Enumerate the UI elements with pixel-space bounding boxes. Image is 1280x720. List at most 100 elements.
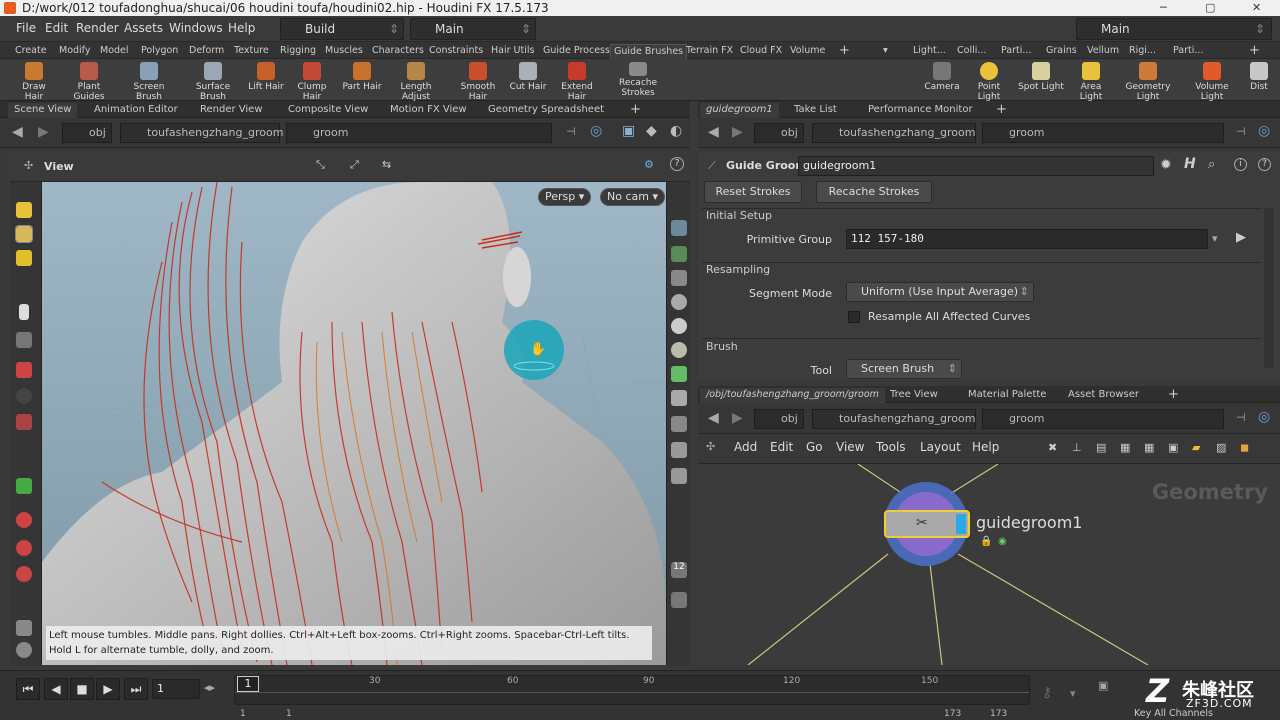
light-icon[interactable] xyxy=(671,318,687,334)
shelf-tab[interactable]: Hair Utils xyxy=(488,44,537,59)
net-menu-tools[interactable]: Tools xyxy=(876,440,906,454)
help-icon[interactable]: ? xyxy=(670,157,684,171)
shelf-tab[interactable]: Characters xyxy=(369,44,427,59)
geometry-light-tool[interactable]: Geometry Light xyxy=(1124,62,1172,102)
back-arrow-icon[interactable]: ◀ xyxy=(708,124,719,140)
net-menu-view[interactable]: View xyxy=(836,440,864,454)
shelf-tab[interactable]: Rigging xyxy=(277,44,319,59)
timeline-track[interactable]: 1 30 60 90 120 150 xyxy=(234,675,1030,705)
surface-brush-tool[interactable]: Surface Brush xyxy=(184,62,242,102)
jump-start-button[interactable]: ⏮ xyxy=(16,678,40,700)
display-icon[interactable] xyxy=(671,220,687,236)
tree-icon[interactable]: ⊥ xyxy=(1072,441,1082,454)
smooth-hair-tool[interactable]: Smooth Hair xyxy=(451,62,505,102)
add-shelf-icon[interactable]: + xyxy=(836,44,853,59)
add-tab-icon[interactable]: + xyxy=(624,103,647,118)
shelf-tab[interactable]: Terrain FX xyxy=(683,44,736,59)
clump-hair-tool[interactable]: Clump Hair xyxy=(289,62,335,102)
help-icon[interactable]: ? xyxy=(1258,158,1271,171)
guidegroom-node[interactable]: ✂ xyxy=(884,510,970,538)
path-object[interactable]: toufashengzhang_groom xyxy=(120,123,283,143)
draw-hair-tool[interactable]: Draw Hair xyxy=(14,62,54,102)
section-brush[interactable]: Brush xyxy=(706,340,738,353)
tab-network-path[interactable]: /obj/toufashengzhang_groom/groom xyxy=(700,388,885,403)
select-geo-icon[interactable] xyxy=(15,225,33,243)
tab-motion-fx-view[interactable]: Motion FX View xyxy=(384,103,473,118)
ghost-icon[interactable] xyxy=(671,294,687,310)
layout-icon[interactable]: ▣ xyxy=(1168,441,1178,454)
shelf-tab[interactable]: Grains xyxy=(1043,44,1080,59)
select-tool-icon[interactable]: ⤡ xyxy=(316,158,325,172)
reset-strokes-button[interactable]: Reset Strokes xyxy=(704,181,802,203)
plant-guides-tool[interactable]: Plant Guides xyxy=(62,62,116,102)
length-adjust-tool[interactable]: Length Adjust xyxy=(387,62,445,102)
snap-icon[interactable]: ⇆ xyxy=(382,158,391,171)
shelf-tab[interactable]: Texture xyxy=(231,44,272,59)
link-icon[interactable]: ◎ xyxy=(590,123,602,139)
grid-icon[interactable]: ▦ xyxy=(1120,441,1130,454)
tab-performance-monitor[interactable]: Performance Monitor xyxy=(862,103,979,118)
tab-take-list[interactable]: Take List xyxy=(788,103,843,118)
add-tab-icon[interactable]: + xyxy=(1162,388,1185,403)
back-arrow-icon[interactable]: ◀ xyxy=(12,124,23,140)
dropdown-arrow-icon[interactable]: ▾ xyxy=(1212,232,1218,245)
select-prim-icon[interactable] xyxy=(16,250,32,266)
shelf-tab[interactable]: Guide Process xyxy=(540,44,613,59)
tab-tree-view[interactable]: Tree View xyxy=(884,388,944,403)
desktop-main-select[interactable]: Main ⇕ xyxy=(410,18,536,40)
select-icon[interactable] xyxy=(16,202,32,218)
shelf-tab[interactable]: Parti... xyxy=(998,44,1034,59)
path-node[interactable]: groom xyxy=(982,123,1224,143)
shading-icon[interactable] xyxy=(671,246,687,262)
net-menu-help[interactable]: Help xyxy=(972,440,999,454)
image-icon[interactable]: ▨ xyxy=(1216,441,1226,454)
shelf-tab[interactable]: Volume xyxy=(787,44,828,59)
view-menu-icon[interactable]: ✣ xyxy=(24,159,33,172)
end-frame-1[interactable]: 173 xyxy=(944,709,961,719)
point-light-tool[interactable]: Point Light xyxy=(966,62,1012,102)
segment-mode-select[interactable]: Uniform (Use Input Average) ⇕ xyxy=(846,282,1034,302)
info-icon[interactable]: i xyxy=(1234,158,1247,171)
current-frame-field[interactable]: 1 xyxy=(152,679,200,699)
key-icon[interactable]: ⚷ xyxy=(1042,685,1052,701)
path-obj[interactable]: obj xyxy=(62,123,112,143)
vis-icon[interactable] xyxy=(671,366,687,382)
shelf-tab[interactable]: Parti... xyxy=(1170,44,1206,59)
menu-windows[interactable]: Windows xyxy=(169,21,223,35)
tab-guidegroom1[interactable]: guidegroom1 xyxy=(700,103,779,118)
desktop-build-select[interactable]: Build ⇕ xyxy=(280,18,404,40)
camera-menu[interactable]: No cam ▾ xyxy=(600,188,665,206)
arrow-pointer-icon[interactable] xyxy=(19,304,29,320)
path-obj[interactable]: obj xyxy=(754,123,804,143)
tab-render-view[interactable]: Render View xyxy=(194,103,269,118)
camera-view-icon[interactable] xyxy=(671,390,687,406)
shelf-tab[interactable]: Muscles xyxy=(322,44,366,59)
maximize-icon[interactable]: ▢ xyxy=(1205,0,1215,16)
path-obj[interactable]: obj xyxy=(754,409,804,429)
shelf-tab[interactable]: Light... xyxy=(910,44,949,59)
pin-view-icon[interactable] xyxy=(671,442,687,458)
shelf-tab[interactable]: Constraints xyxy=(426,44,486,59)
recache-strokes-button[interactable]: Recache Strokes xyxy=(816,181,932,203)
wrench-icon[interactable]: ✖ xyxy=(1048,441,1057,454)
tab-asset-browser[interactable]: Asset Browser xyxy=(1062,388,1145,403)
camera-tool[interactable]: Camera xyxy=(922,62,962,92)
shelf-tab[interactable]: Polygon xyxy=(138,44,181,59)
note-icon[interactable]: ▰ xyxy=(1192,441,1200,454)
menu-assets[interactable]: Assets xyxy=(124,21,163,35)
chevron-down-icon[interactable]: ▾ xyxy=(880,44,891,59)
path-node[interactable]: groom xyxy=(286,123,552,143)
display-options-icon[interactable]: ⚙ xyxy=(644,158,654,171)
step-back-icon[interactable]: ◂▸ xyxy=(204,681,215,694)
palette-icon[interactable]: ◼ xyxy=(1240,441,1249,454)
menu-file[interactable]: File xyxy=(16,21,36,35)
scene-viewport[interactable]: ✋ Persp ▾ No cam ▾ Left mouse tumbles. M… xyxy=(42,182,666,665)
back-arrow-icon[interactable]: ◀ xyxy=(708,410,719,426)
display-flag[interactable] xyxy=(956,514,966,534)
pin-icon[interactable]: ⊣ xyxy=(1236,125,1246,138)
desktop-main-right-select[interactable]: Main ⇕ xyxy=(1076,18,1272,40)
lift-hair-tool[interactable]: Lift Hair xyxy=(247,62,285,92)
recache-strokes-tool[interactable]: Recache Strokes xyxy=(614,62,662,98)
add-shelf-icon[interactable]: + xyxy=(1246,44,1263,59)
grid2-icon[interactable]: ▦ xyxy=(1144,441,1154,454)
